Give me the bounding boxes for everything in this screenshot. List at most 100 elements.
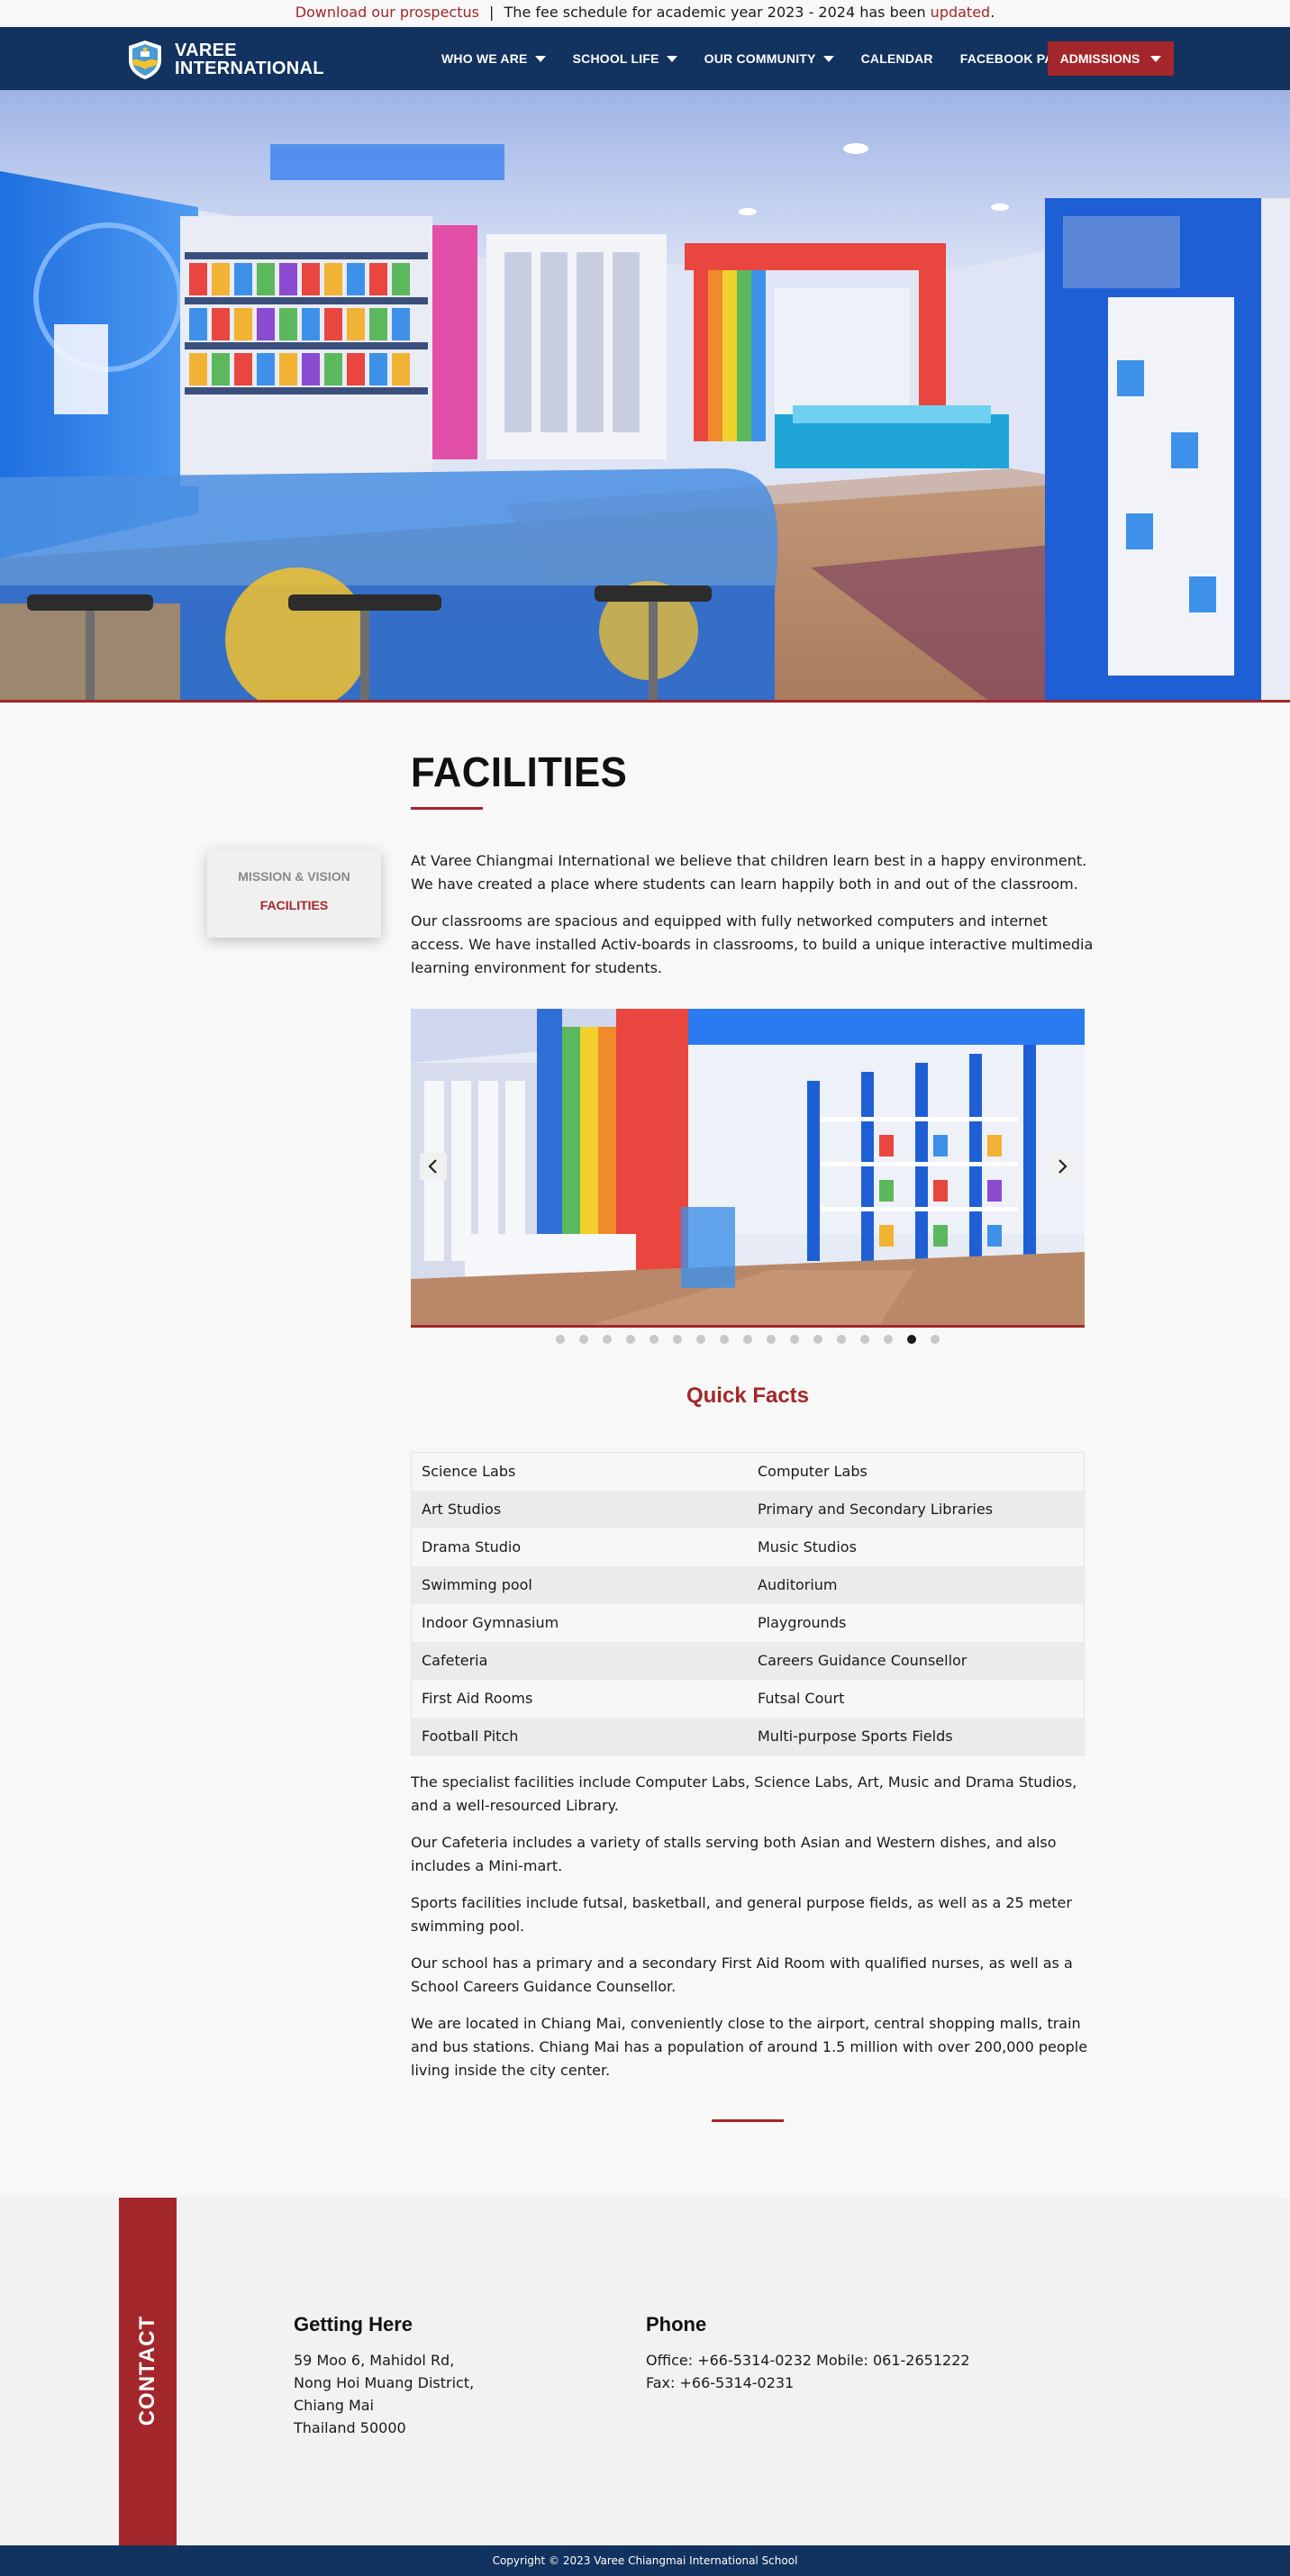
table-row: Football Pitch Multi-purpose Sports Field… (411, 1717, 1085, 1755)
slider-dot[interactable] (603, 1335, 612, 1344)
table-cell: Art Studios (411, 1490, 748, 1528)
phone-section: Phone Office: +66-5314-0232 Mobile: 061-… (646, 2313, 970, 2394)
table-row: Swimming pool Auditorium (411, 1565, 1085, 1604)
getting-here-section: Getting Here 59 Moo 6, Mahidol Rd, Nong … (294, 2313, 474, 2439)
intro-paragraph-2: Our classrooms are spacious and equipped… (411, 912, 1094, 976)
nav-label: WHO WE ARE (441, 51, 528, 66)
slider-prev-button[interactable] (420, 1153, 447, 1180)
slider-dot[interactable] (931, 1335, 940, 1344)
sidenav-facilities[interactable]: FACILITIES (207, 898, 381, 912)
phone-title: Phone (646, 2313, 707, 2336)
detail-paragraph-3: Sports facilities include futsal, basket… (411, 1894, 1072, 1935)
nav-school-life[interactable]: SCHOOL LIFE (573, 51, 677, 66)
slider-dot[interactable] (767, 1335, 776, 1344)
site-logo[interactable]: VAREE INTERNATIONAL (124, 39, 332, 80)
nav-label: SCHOOL LIFE (572, 51, 659, 66)
main-content: FACILITIES At Varee Chiangmai Internatio… (411, 748, 1093, 2122)
logo-line-1: VAREE (175, 41, 237, 60)
slider-next-button[interactable] (1049, 1153, 1076, 1180)
slider-dot[interactable] (907, 1335, 916, 1344)
table-cell: Auditorium (748, 1565, 1085, 1604)
table-cell: Drama Studio (411, 1528, 748, 1566)
section-divider (712, 2119, 784, 2122)
table-row: Cafeteria Careers Guidance Counsellor (411, 1641, 1085, 1680)
chevron-down-icon (666, 55, 677, 62)
detail-paragraph-1: The specialist facilities include Comput… (411, 1773, 1077, 1814)
logo-line-2: INTERNATIONAL (175, 59, 324, 78)
slider-dot[interactable] (743, 1335, 752, 1344)
slider-dot[interactable] (626, 1335, 635, 1344)
table-cell: Indoor Gymnasium (411, 1603, 748, 1642)
admissions-label: ADMISSIONS (1059, 51, 1140, 66)
address-line: Nong Hoi Muang District, (294, 2374, 475, 2391)
table-row: Science Labs Computer Labs (411, 1452, 1085, 1491)
slider-dot[interactable] (650, 1335, 659, 1344)
table-cell: Science Labs (411, 1452, 748, 1491)
address-line: 59 Moo 6, Mahidol Rd, (294, 2352, 455, 2369)
table-cell: Football Pitch (411, 1717, 748, 1755)
section-side-nav: MISSION & VISION FACILITIES (207, 849, 381, 938)
table-row: Art Studios Primary and Secondary Librari… (411, 1490, 1085, 1528)
site-footer: CONTACT Getting Here 59 Moo 6, Mahidol R… (0, 2198, 1290, 2545)
nav-who-we-are[interactable]: WHO WE ARE (441, 51, 546, 66)
slider-dot[interactable] (720, 1335, 729, 1344)
table-cell: Careers Guidance Counsellor (748, 1641, 1085, 1680)
table-cell: First Aid Rooms (411, 1679, 748, 1718)
contact-sidebar: CONTACT (119, 2198, 177, 2545)
slider-dot[interactable] (837, 1335, 846, 1344)
chevron-down-icon (1150, 55, 1162, 62)
table-cell: Music Studios (748, 1528, 1085, 1566)
intro-paragraph-1: At Varee Chiangmai International we beli… (411, 852, 1087, 893)
slider-dot[interactable] (696, 1335, 705, 1344)
chevron-down-icon (822, 55, 834, 62)
table-cell: Primary and Secondary Libraries (748, 1490, 1085, 1528)
announcement-message: The fee schedule for academic year 2023 … (504, 4, 926, 21)
copyright-bar: Copyright © 2023 Varee Chiangmai Interna… (0, 2545, 1290, 2576)
admissions-button[interactable]: ADMISSIONS (1048, 41, 1174, 76)
logo-wordmark: VAREE INTERNATIONAL (175, 41, 324, 77)
table-row: Indoor Gymnasium Playgrounds (411, 1603, 1085, 1642)
address-line: Thailand 50000 (294, 2419, 406, 2436)
slider-dot[interactable] (790, 1335, 799, 1344)
chevron-left-icon (428, 1159, 437, 1174)
table-row: Drama Studio Music Studios (411, 1528, 1085, 1566)
address-line: Chiang Mai (294, 2397, 374, 2414)
site-header: VAREE INTERNATIONAL WHO WE ARE SCHOOL LI… (0, 27, 1290, 90)
slider-dot[interactable] (579, 1335, 588, 1344)
detail-paragraph-4: Our school has a primary and a secondary… (411, 1955, 1073, 1995)
slider-pagination (411, 1335, 1085, 1344)
copyright-text: Copyright © 2023 Varee Chiangmai Interna… (492, 2554, 798, 2567)
chevron-right-icon (1058, 1159, 1067, 1174)
table-cell: Playgrounds (748, 1603, 1085, 1642)
title-underline (411, 807, 483, 810)
getting-here-title: Getting Here (294, 2313, 413, 2336)
table-cell: Futsal Court (748, 1679, 1085, 1718)
announcement-period: . (990, 4, 995, 21)
library-hero-illustration (0, 90, 1290, 700)
sidenav-mission-vision[interactable]: MISSION & VISION (207, 869, 381, 884)
detail-paragraph-2: Our Cafeteria includes a variety of stal… (411, 1834, 1057, 1874)
fax-line: Fax: +66-5314-0231 (646, 2374, 795, 2391)
nav-our-community[interactable]: OUR COMMUNITY (704, 51, 834, 66)
table-cell: Computer Labs (748, 1452, 1085, 1491)
slider-dot[interactable] (860, 1335, 869, 1344)
slider-dot[interactable] (813, 1335, 822, 1344)
nav-label: OUR COMMUNITY (704, 51, 816, 66)
announcement-separator: | (489, 4, 495, 21)
nav-calendar[interactable]: CALENDAR (861, 51, 933, 66)
main-nav: WHO WE ARE SCHOOL LIFE OUR COMMUNITY CAL… (441, 27, 1099, 90)
facilities-slider (411, 1009, 1085, 1328)
table-cell: Swimming pool (411, 1565, 748, 1604)
slider-dot[interactable] (673, 1335, 682, 1344)
contact-label: CONTACT (135, 2315, 159, 2426)
phone-line: Office: +66-5314-0232 Mobile: 061-265122… (646, 2352, 970, 2369)
table-row: First Aid Rooms Futsal Court (411, 1679, 1085, 1718)
slider-dot[interactable] (884, 1335, 893, 1344)
prospectus-link[interactable]: Download our prospectus (295, 4, 479, 21)
slider-dot[interactable] (556, 1335, 565, 1344)
detail-paragraph-5: We are located in Chiang Mai, convenient… (411, 2015, 1088, 2079)
slide-image (411, 1009, 1085, 1325)
fee-updated-link[interactable]: updated (931, 4, 991, 21)
nav-label: CALENDAR (860, 51, 933, 66)
page-title: FACILITIES (411, 748, 628, 795)
